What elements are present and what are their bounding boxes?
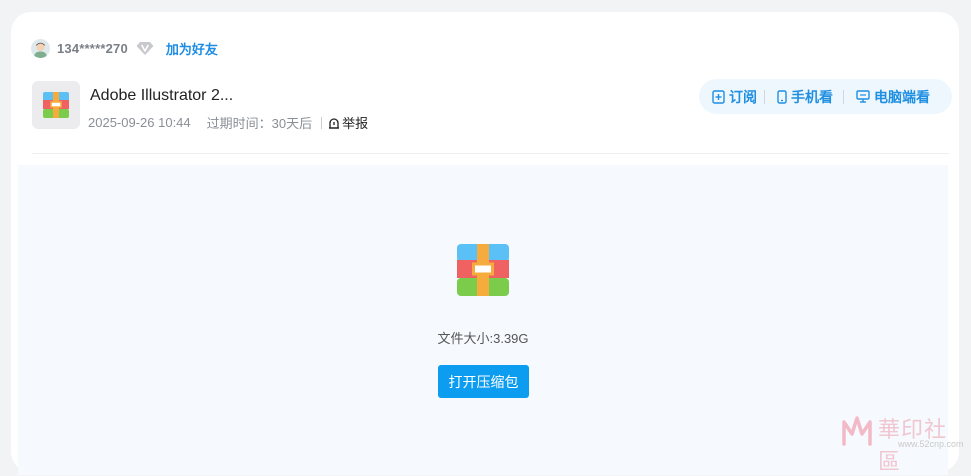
file-thumbnail <box>32 81 80 129</box>
pc-view-label: 电脑端看 <box>874 87 930 107</box>
file-title[interactable]: Adobe Illustrator 2... <box>90 87 233 105</box>
expire-time: 过期时间：30天后 <box>207 113 312 132</box>
upload-date: 2025-09-26 10:44 <box>88 115 191 130</box>
watermark-url: www.52cnp.com <box>898 439 964 449</box>
watermark-logo-icon <box>840 414 874 448</box>
action-divider <box>764 90 765 104</box>
mobile-view-label: 手机看 <box>791 87 833 107</box>
username: 134*****270 <box>57 41 128 56</box>
file-size: 文件大小:3.39G <box>18 328 948 347</box>
open-archive-button[interactable]: 打开压缩包 <box>438 365 529 398</box>
archive-icon <box>43 92 69 118</box>
subscribe-icon <box>712 90 725 104</box>
mobile-view-button[interactable]: 手机看 <box>777 87 833 107</box>
meta-divider <box>321 117 322 129</box>
user-row: 134*****270 加为好友 <box>31 38 218 58</box>
report-label: 举报 <box>342 113 368 132</box>
mobile-icon <box>777 90 787 104</box>
subscribe-button[interactable]: 订阅 <box>712 87 757 107</box>
preview-panel: 文件大小:3.39G 打开压缩包 <box>18 165 948 475</box>
header-divider <box>32 153 949 154</box>
report-button[interactable]: 举报 <box>328 113 368 132</box>
vip-badge <box>136 40 154 56</box>
user-avatar-icon <box>31 39 50 58</box>
archive-icon <box>457 244 509 296</box>
subscribe-label: 订阅 <box>729 87 757 107</box>
report-icon <box>328 117 340 129</box>
monitor-icon <box>856 90 870 103</box>
add-friend-link[interactable]: 加为好友 <box>166 39 218 58</box>
file-meta: 2025-09-26 10:44 过期时间：30天后 举报 <box>88 113 368 132</box>
avatar[interactable] <box>31 39 50 58</box>
view-actions: 订阅 手机看 电脑端看 <box>699 79 952 114</box>
file-share-card: 134*****270 加为好友 Adobe Illustrator 2... … <box>11 12 959 472</box>
pc-view-button[interactable]: 电脑端看 <box>856 87 930 107</box>
action-divider <box>843 90 844 104</box>
watermark: 華印社區 www.52cnp.com <box>840 412 968 452</box>
diamond-v-icon <box>136 41 154 56</box>
